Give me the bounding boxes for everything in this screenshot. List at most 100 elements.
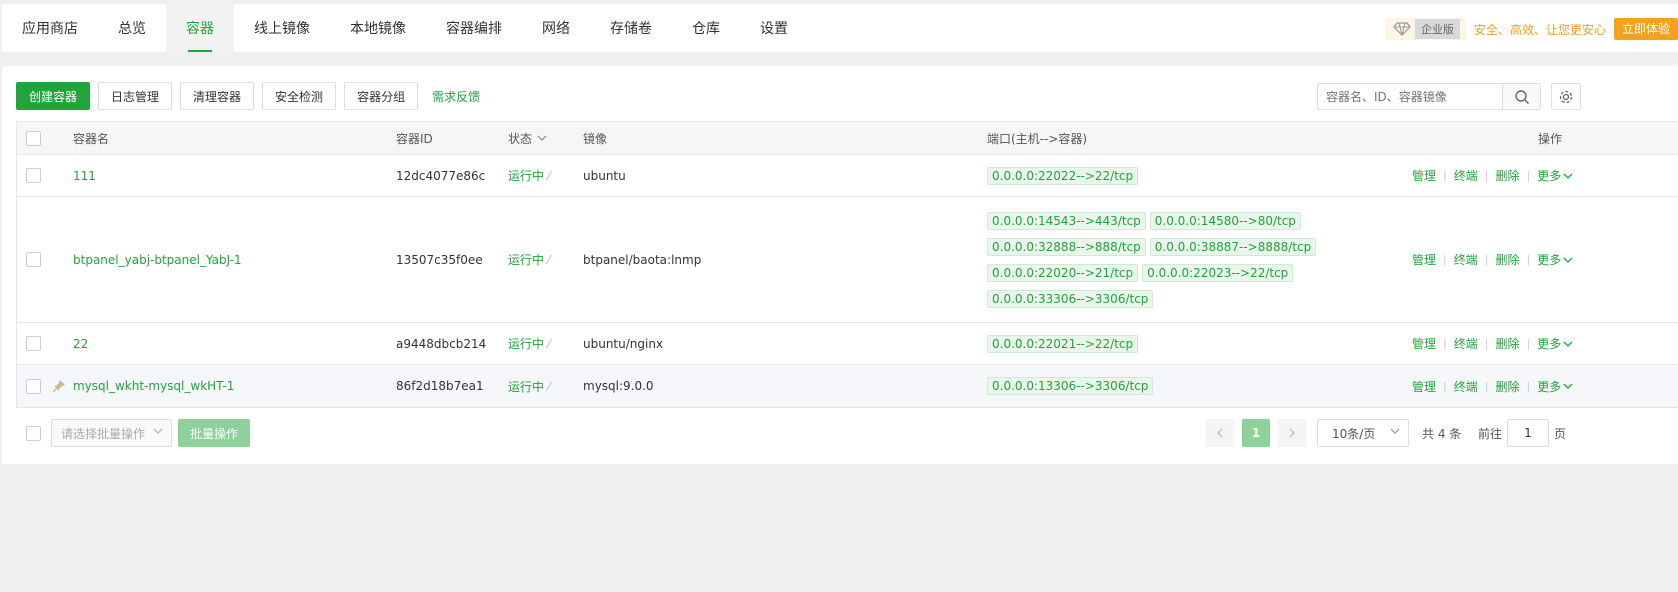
col-status[interactable]: 状态 [508,130,547,147]
nav-network[interactable]: 网络 [522,4,590,52]
row-actions: 管理 | 终端 | 删除 | 更多 [1412,335,1573,352]
create-container-button[interactable]: 创建容器 [16,82,91,110]
search-icon [1514,89,1529,104]
port-list: 0.0.0.0:22022-->22/tcp [987,166,1142,185]
nav-local-images[interactable]: 本地镜像 [330,4,426,52]
status-text: 运行中 [508,169,545,183]
page-number[interactable]: 1 [1242,419,1270,447]
nav-orchestration[interactable]: 容器编排 [426,4,522,52]
port-list: 0.0.0.0:22021-->22/tcp [987,334,1142,353]
port-mapping: 0.0.0.0:22020-->21/tcp [987,263,1139,282]
enterprise-promo: 企业版 安全、高效、让您更安心 立即体验 [1384,18,1678,40]
status-badge[interactable]: 运行中 ⁄ [508,167,550,184]
port-mapping: 0.0.0.0:13306-->3306/tcp [987,377,1154,395]
search-button[interactable] [1502,84,1540,109]
next-page-button[interactable] [1278,419,1306,447]
nav-containers[interactable]: 容器 [166,4,234,52]
delete-link[interactable]: 删除 [1495,167,1519,184]
feedback-link[interactable]: 需求反馈 [432,88,480,105]
delete-link[interactable]: 删除 [1495,378,1519,395]
diamond-icon [1393,22,1411,36]
row-checkbox[interactable] [26,252,41,267]
terminal-link[interactable]: 终端 [1454,335,1478,352]
search-box [1317,83,1541,110]
col-id: 容器ID [396,131,433,146]
nav-volumes[interactable]: 存储卷 [590,4,672,52]
pin-icon[interactable] [52,379,66,393]
more-dropdown[interactable]: 更多 [1537,378,1573,395]
row-actions: 管理 | 终端 | 删除 | 更多 [1412,251,1573,268]
containers-panel: 创建容器 日志管理 清理容器 安全检测 容器分组 需求反馈 容器名 容器ID 状… [2,66,1678,464]
nav-registry[interactable]: 仓库 [672,4,740,52]
terminal-link[interactable]: 终端 [1454,378,1478,395]
settings-button[interactable] [1551,83,1581,110]
prev-page-button[interactable] [1206,419,1234,447]
nav-app-store[interactable]: 应用商店 [2,4,98,52]
terminal-link[interactable]: 终端 [1454,167,1478,184]
status-badge[interactable]: 运行中 ⁄ [508,335,550,352]
chevron-down-icon [153,428,163,434]
nav-overview[interactable]: 总览 [98,4,166,52]
container-group-button[interactable]: 容器分组 [344,82,419,110]
delete-link[interactable]: 删除 [1495,335,1519,352]
manage-link[interactable]: 管理 [1412,335,1436,352]
container-name-link[interactable]: 111 [73,169,96,183]
col-ports: 端口(主机-->容器) [987,131,1088,146]
delete-link[interactable]: 删除 [1495,251,1519,268]
chevron-down-icon [1563,383,1573,389]
table-row: 22 a9448dbcb214 运行中 ⁄ ubuntu/nginx 0.0.0.… [17,323,1678,365]
chevron-left-icon [1217,428,1223,438]
col-image: 镜像 [583,131,608,146]
nav-settings[interactable]: 设置 [740,4,808,52]
status-text: 运行中 [508,253,545,267]
row-checkbox[interactable] [26,168,41,183]
try-now-button[interactable]: 立即体验 [1613,18,1678,40]
toolbar: 创建容器 日志管理 清理容器 安全检测 容器分组 需求反馈 [16,82,480,110]
table-row: btpanel_yabj-btpanel_YabJ-1 13507c35f0ee… [17,197,1678,323]
terminal-link[interactable]: 终端 [1454,251,1478,268]
manage-link[interactable]: 管理 [1412,378,1436,395]
enterprise-tag: 企业版 [1414,19,1460,39]
port-mapping: 0.0.0.0:14580-->80/tcp [1149,211,1301,230]
container-id: 86f2d18b7ea1 [396,379,484,393]
batch-action-placeholder: 请选择批量操作 [61,426,146,441]
security-check-button[interactable]: 安全检测 [262,82,337,110]
batch-action-button[interactable]: 批量操作 [178,419,251,447]
container-name-link[interactable]: btpanel_yabj-btpanel_YabJ-1 [73,253,242,267]
col-name: 容器名 [73,131,110,146]
port-mapping: 0.0.0.0:22022-->22/tcp [987,166,1139,185]
nav-online-images[interactable]: 线上镜像 [234,4,330,52]
search-input[interactable] [1318,84,1502,109]
col-status-label: 状态 [508,131,533,146]
row-checkbox[interactable] [26,378,41,394]
select-all-checkbox[interactable] [26,130,41,146]
col-ops: 操作 [1538,131,1563,146]
more-dropdown[interactable]: 更多 [1537,251,1573,268]
enterprise-slogan: 安全、高效、让您更安心 [1473,22,1606,37]
status-badge[interactable]: 运行中 ⁄ [508,378,550,395]
container-name-link[interactable]: mysql_wkht-mysql_wkHT-1 [73,379,234,393]
status-badge[interactable]: 运行中 ⁄ [508,251,550,268]
page-size-select[interactable]: 10条/页 [1317,419,1409,447]
row-checkbox[interactable] [26,336,41,351]
port-mapping: 0.0.0.0:22021-->22/tcp [987,334,1139,353]
container-image: btpanel/baota:lnmp [583,252,702,267]
manage-link[interactable]: 管理 [1412,251,1436,268]
container-name-link[interactable]: 22 [73,337,88,351]
port-mapping: 0.0.0.0:38887-->8888/tcp [1149,237,1317,256]
more-dropdown[interactable]: 更多 [1537,335,1573,352]
port-mapping: 0.0.0.0:32888-->888/tcp [987,237,1146,256]
total-count: 共 4 条 [1422,426,1462,441]
batch-action-select[interactable]: 请选择批量操作 [51,419,172,447]
more-dropdown[interactable]: 更多 [1537,167,1573,184]
status-text: 运行中 [508,379,545,394]
log-management-button[interactable]: 日志管理 [98,82,173,110]
chevron-down-icon [537,135,547,141]
manage-link[interactable]: 管理 [1412,167,1436,184]
containers-table: 容器名 容器ID 状态 镜像 端口(主机-->容器) 操作 111 12dc40… [16,121,1678,408]
row-actions: 管理 | 终端 | 删除 | 更多 [1412,378,1573,395]
clean-containers-button[interactable]: 清理容器 [180,82,255,110]
enterprise-badge: 企业版 [1384,18,1466,40]
footer-select-all-checkbox[interactable] [26,426,41,441]
goto-page-input[interactable]: 1 [1507,419,1549,447]
